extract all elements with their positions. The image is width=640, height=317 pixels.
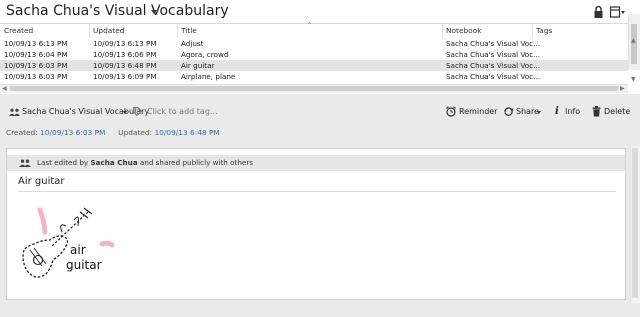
cell-updated: 10/09/13 6:06 PM [93,50,157,59]
cell-notebook: Sacha Chua's Visual Voc... [446,72,541,81]
sketch-text-air: air [70,243,86,257]
table-row-selected[interactable]: 10/09/13 6:03 PM 10/09/13 6:48 PM Air gu… [0,60,628,71]
reminder-label: Reminder [459,107,498,116]
alarm-clock-icon [446,106,456,117]
delete-label: Delete [604,107,631,116]
list-header: Created Updated Title ^ Notebook Tags [0,22,628,38]
cell-notebook: Sacha Chua's Visual Voc... [446,61,541,70]
cell-title: Adjust [181,39,204,48]
cell-created: 10/09/13 6:03 PM [4,72,68,81]
shared-notebook-icon [9,108,20,116]
air-guitar-sketch-image: air guitar [22,207,115,278]
note-meta: Created: 10/09/13 6:03 PM Updated: 10/09… [6,128,220,137]
scroll-right-arrow-icon[interactable]: ▶ [620,85,625,92]
shared-status-prefix: Last edited by [37,158,89,167]
cell-notebook: Sacha Chua's Visual Voc... [446,50,541,59]
sketch-text-guitar: guitar [66,258,102,272]
notes-list: Created Updated Title ^ Notebook Tags 10… [0,22,640,93]
created-label: Created: [6,128,38,137]
table-row[interactable]: 10/09/13 6:13 PM 10/09/13 6:13 PM Adjust… [0,38,628,49]
delete-button[interactable]: Delete [592,106,632,118]
cell-updated: 10/09/13 6:09 PM [93,72,157,81]
cell-updated: 10/09/13 6:48 PM [93,61,157,70]
reminder-button[interactable]: Reminder [446,106,498,118]
updated-value[interactable]: 10/09/13 6:48 PM [154,128,219,137]
author-name: Sacha Chua [90,158,138,167]
view-options-icon[interactable] [610,6,626,18]
tag-input[interactable]: Click to add tag... [147,107,218,116]
table-row[interactable]: 10/09/13 6:04 PM 10/09/13 6:06 PM Agora,… [0,49,628,60]
title-bar: Sacha Chua's Visual Vocabulary [0,0,640,24]
list-vertical-scroll-thumb[interactable] [631,24,637,64]
cell-title: Agora, crowd [181,50,229,59]
cell-created: 10/09/13 6:03 PM [4,61,68,70]
shared-status-suffix: and shared publicly with others [139,158,254,167]
share-label: Share [516,107,540,116]
info-button[interactable]: i Info [554,106,582,118]
column-notebook[interactable]: Notebook [446,26,482,35]
cell-updated: 10/09/13 6:13 PM [93,39,157,48]
column-updated[interactable]: Updated [93,26,124,35]
notebook-selector[interactable]: Sacha Chua's Visual Vocabulary [22,107,149,116]
cell-title: Airplane, plane [181,72,236,81]
tag-icon [133,107,142,116]
chevron-down-icon[interactable] [537,111,541,114]
column-created[interactable]: Created [4,26,33,35]
shared-status-text: Last edited by Sacha Chua and shared pub… [37,158,253,167]
updated-label: Updated: [118,128,153,137]
created-value[interactable]: 10/09/13 6:03 PM [40,128,105,137]
chevron-down-icon[interactable] [123,111,127,114]
sort-indicator-icon: ^ [307,22,313,29]
table-row[interactable]: 10/09/13 6:03 PM 10/09/13 6:09 PM Airpla… [0,71,628,82]
trash-icon [592,106,601,117]
column-divider[interactable] [532,24,533,38]
column-title[interactable]: Title [181,26,197,35]
column-divider[interactable] [177,24,178,38]
shared-people-icon [19,159,31,167]
scroll-left-arrow-icon[interactable]: ◀ [2,85,7,92]
chevron-down-icon[interactable] [151,10,157,14]
cell-created: 10/09/13 6:04 PM [4,50,68,59]
share-icon [504,107,514,116]
list-horizontal-scroll-thumb[interactable] [10,86,618,91]
cell-created: 10/09/13 6:13 PM [4,39,68,48]
scroll-up-arrow-icon[interactable]: ▲ [631,37,636,44]
title-divider [18,191,616,192]
cell-title: Air guitar [181,61,215,70]
lock-icon[interactable] [594,6,603,18]
scroll-down-arrow-icon[interactable]: ▼ [631,76,636,83]
notebook-title[interactable]: Sacha Chua's Visual Vocabulary [6,3,229,19]
share-button[interactable]: Share [503,106,543,118]
column-divider[interactable] [89,24,90,38]
note-title[interactable]: Air guitar [18,176,65,187]
info-icon: i [555,106,559,117]
info-label: Info [565,107,581,116]
column-divider[interactable] [442,24,443,38]
cell-notebook: Sacha Chua's Visual Voc... [446,39,541,48]
column-tags[interactable]: Tags [536,26,552,35]
note-vertical-scroll-thumb[interactable] [632,148,638,298]
